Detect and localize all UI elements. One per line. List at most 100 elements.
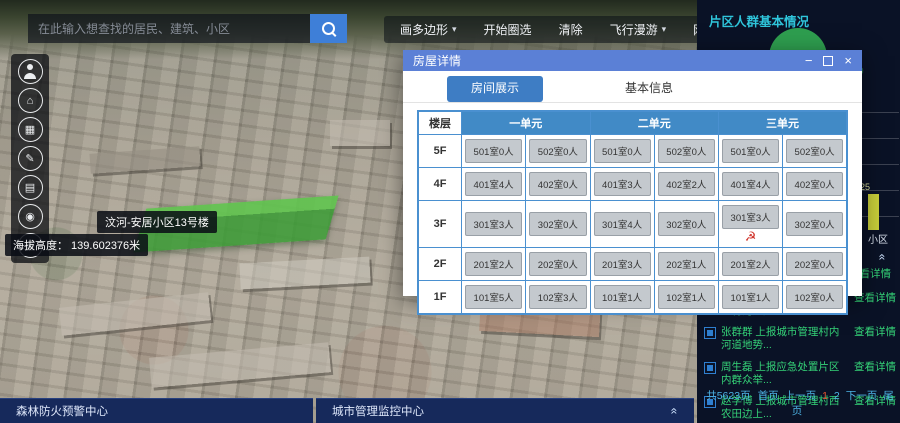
pagination-total: 共5623页 — [706, 390, 750, 402]
building-grid-icon[interactable]: ▦ — [18, 117, 43, 142]
map-side-toolbar: ⌂▦✎▤◉▣ — [11, 54, 49, 263]
dialog-tabs: 房间展示 基本信息 — [403, 71, 862, 103]
search-button[interactable] — [310, 14, 347, 43]
panel-label: 森林防火预警中心 — [16, 403, 108, 419]
room-cell: 301室3人☭ — [719, 201, 783, 248]
room-button[interactable]: 202室1人 — [658, 252, 715, 276]
room-cell: 102室0人 — [783, 281, 847, 315]
pagination-first[interactable]: 首页 — [758, 390, 779, 402]
camera-icon[interactable]: ◉ — [18, 204, 43, 229]
room-cell: 401室4人 — [462, 168, 526, 201]
tab-basic-info[interactable]: 基本信息 — [601, 76, 697, 102]
table-row: 3F301室3人302室0人301室4人302室0人301室3人☭302室0人 — [418, 201, 847, 248]
toolbar-item-label: 清除 — [559, 21, 583, 38]
room-button[interactable]: 401室4人 — [722, 172, 779, 196]
room-button[interactable]: 302室0人 — [658, 212, 715, 236]
unit-column-header: 三单元 — [719, 111, 848, 135]
room-cell: 502室0人 — [654, 135, 718, 168]
room-button[interactable]: 401室3人 — [594, 172, 651, 196]
view-detail-link[interactable]: 查看详情 — [854, 361, 896, 374]
room-button[interactable]: 101室1人 — [722, 285, 779, 309]
user-icon[interactable] — [18, 59, 43, 84]
dialog-header[interactable]: 房屋详情 − × — [403, 50, 862, 71]
room-button[interactable]: 202室0人 — [529, 252, 586, 276]
dialog-title: 房屋详情 — [413, 52, 461, 69]
chevron-down-icon: ▾ — [662, 24, 667, 35]
tab-room-display[interactable]: 房间展示 — [447, 76, 543, 102]
room-button[interactable]: 401室4人 — [465, 172, 522, 196]
toolbar-item-label: 画多边形 — [400, 21, 448, 38]
collapse-up-icon[interactable]: « — [668, 408, 682, 415]
pagination-prev[interactable]: 上一页 — [785, 390, 817, 402]
room-button[interactable]: 201室2人 — [722, 252, 779, 276]
chevron-down-icon: ▾ — [452, 24, 457, 35]
panel-forest-fire-warning-center[interactable]: 森林防火预警中心 — [0, 398, 313, 423]
party-member-icon: ☭ — [745, 230, 757, 243]
search-icon — [322, 22, 335, 35]
pagination-page-2[interactable]: 2 — [834, 390, 840, 402]
room-button[interactable]: 502室0人 — [658, 139, 715, 163]
room-cell: 202室0人 — [783, 248, 847, 281]
room-button[interactable]: 102室1人 — [658, 285, 715, 309]
room-button[interactable]: 502室0人 — [529, 139, 586, 163]
unit-column-header: 一单元 — [462, 111, 591, 135]
room-button[interactable]: 101室5人 — [465, 285, 522, 309]
room-button[interactable]: 201室3人 — [594, 252, 651, 276]
room-table: 楼层一单元二单元三单元5F501室0人502室0人501室0人502室0人501… — [417, 110, 848, 315]
room-cell: 101室1人 — [719, 281, 783, 315]
room-button[interactable]: 301室4人 — [594, 212, 651, 236]
room-button[interactable]: 502室0人 — [786, 139, 843, 163]
map-building — [59, 292, 211, 336]
room-button[interactable]: 202室0人 — [786, 252, 843, 276]
view-detail-link[interactable]: 查看详情 — [854, 326, 896, 339]
map-building — [330, 120, 390, 146]
room-button[interactable]: 501室0人 — [722, 139, 779, 163]
pagination-next[interactable]: 下一页 — [846, 390, 878, 402]
room-button[interactable]: 302室0人 — [786, 212, 843, 236]
toolbar-item-start-select[interactable]: 开始圈选 — [484, 21, 532, 38]
floor-column-header: 楼层 — [418, 111, 462, 135]
search-input[interactable] — [28, 14, 310, 43]
room-button[interactable]: 201室2人 — [465, 252, 522, 276]
room-button[interactable]: 402室0人 — [786, 172, 843, 196]
list-item: 张群群 上报城市管理村内河道地势...查看详情 — [704, 326, 896, 352]
room-cell: 302室0人 — [526, 201, 590, 248]
table-row: 5F501室0人502室0人501室0人502室0人501室0人502室0人 — [418, 135, 847, 168]
room-cell: 101室1人 — [590, 281, 654, 315]
room-button[interactable]: 301室3人 — [722, 205, 779, 229]
room-cell: 502室0人 — [526, 135, 590, 168]
map-building — [89, 146, 200, 174]
room-button[interactable]: 302室0人 — [529, 212, 586, 236]
room-cell: 201室3人 — [590, 248, 654, 281]
room-button[interactable]: 102室0人 — [786, 285, 843, 309]
dialog-body: 楼层一单元二单元三单元5F501室0人502室0人501室0人502室0人501… — [403, 103, 862, 322]
edit-pencil-icon[interactable]: ✎ — [18, 146, 43, 171]
room-button[interactable]: 101室1人 — [594, 285, 651, 309]
pagination-page-1[interactable]: 1 — [822, 390, 828, 402]
room-cell: 402室0人 — [526, 168, 590, 201]
room-cell: 402室0人 — [783, 168, 847, 201]
home-icon[interactable]: ⌂ — [18, 88, 43, 113]
room-button[interactable]: 501室0人 — [594, 139, 651, 163]
document-icon[interactable]: ▤ — [18, 175, 43, 200]
room-button[interactable]: 402室0人 — [529, 172, 586, 196]
altitude-label: 海拔高度： 139.602376米 — [5, 234, 148, 256]
collapse-up-icon[interactable]: « — [876, 254, 890, 261]
room-button[interactable]: 102室3人 — [529, 285, 586, 309]
toolbar-item-clear[interactable]: 清除 — [559, 21, 583, 38]
panel-city-management-monitor-center[interactable]: 城市管理监控中心 « — [316, 398, 694, 423]
close-button[interactable]: × — [844, 54, 852, 67]
room-button[interactable]: 501室0人 — [465, 139, 522, 163]
room-cell: 102室1人 — [654, 281, 718, 315]
room-cell: 302室0人 — [783, 201, 847, 248]
toolbar-item-draw-polygon[interactable]: 画多边形 ▾ — [400, 21, 457, 38]
minimize-button[interactable]: − — [805, 54, 813, 67]
toolbar-item-fly-tour[interactable]: 飞行漫游▾ — [610, 21, 667, 38]
room-button[interactable]: 402室2人 — [658, 172, 715, 196]
panel-label: 城市管理监控中心 — [332, 403, 424, 419]
room-button[interactable]: 301室3人 — [465, 212, 522, 236]
report-icon — [704, 327, 716, 339]
maximize-button[interactable] — [823, 56, 833, 66]
room-cell: 402室2人 — [654, 168, 718, 201]
floor-label: 3F — [418, 201, 462, 248]
